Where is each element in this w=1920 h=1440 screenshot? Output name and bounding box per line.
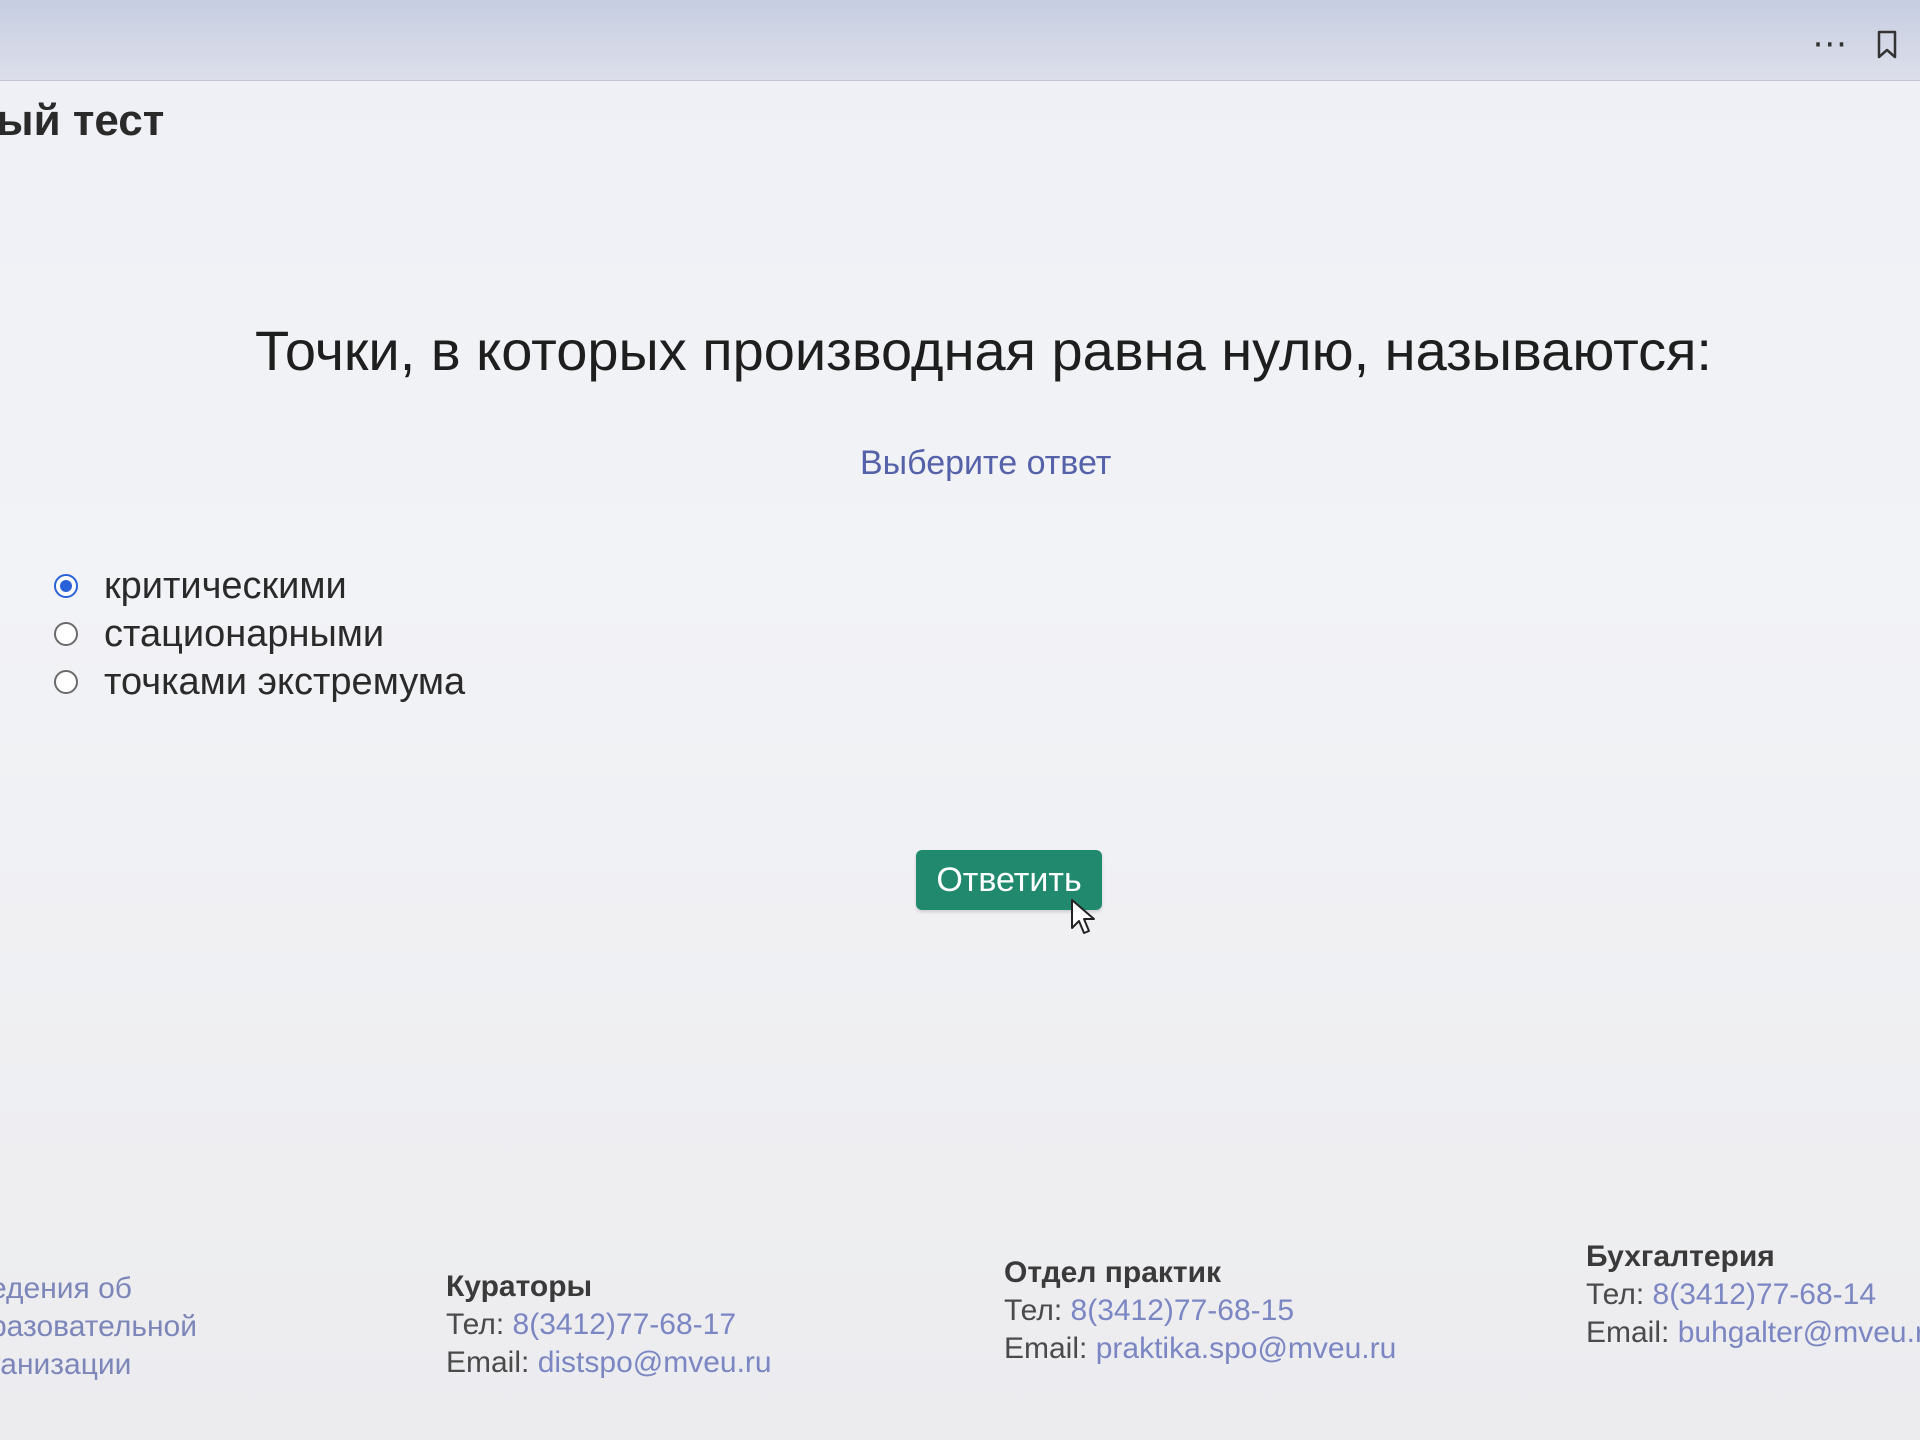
footer-accounting-email: Email: buhgalter@mveu.ru (1586, 1314, 1920, 1352)
browser-toolbar: ··· (0, 0, 1920, 81)
footer-curators-phone: Тел: 8(3412)77-68-17 (446, 1306, 772, 1344)
radio-stationary[interactable] (54, 622, 78, 646)
answer-hint: Выберите ответ (860, 444, 1112, 482)
footer-info-line: ганизации (0, 1348, 132, 1381)
email-label: Email: (446, 1346, 530, 1379)
option-label: критическими (104, 564, 347, 607)
question-text: Точки, в которых производная равна нулю,… (255, 319, 1712, 382)
page: ··· ый тест Точки, в которых производная… (0, 0, 1920, 1440)
option-stationary[interactable]: стационарными (54, 610, 465, 658)
bookmark-icon[interactable] (1876, 30, 1898, 60)
footer-practice-phone: Тел: 8(3412)77-68-15 (1004, 1292, 1396, 1330)
option-label: точками экстремума (104, 660, 466, 703)
email-link[interactable]: distspo@mveu.ru (538, 1346, 772, 1379)
footer-practice-title: Отдел практик (1004, 1256, 1222, 1289)
email-label: Email: (1004, 1332, 1088, 1365)
phone-label: Тел: (1004, 1294, 1063, 1327)
phone-link[interactable]: 8(3412)77-68-15 (1071, 1294, 1295, 1327)
footer: едения об разовательной ганизации Курато… (0, 1230, 1920, 1440)
option-critical[interactable]: критическими (54, 562, 465, 610)
more-dots-icon[interactable]: ··· (1813, 28, 1848, 62)
phone-link[interactable]: 8(3412)77-68-17 (513, 1308, 737, 1341)
footer-accounting-phone: Тел: 8(3412)77-68-14 (1586, 1276, 1920, 1314)
footer-org-info[interactable]: едения об разовательной ганизации (0, 1270, 197, 1384)
email-label: Email: (1586, 1316, 1670, 1349)
mouse-pointer-icon (1071, 899, 1095, 934)
page-title: ый тест (0, 96, 165, 145)
footer-curators: Кураторы Тел: 8(3412)77-68-17 Email: dis… (446, 1268, 772, 1382)
phone-label: Тел: (446, 1308, 505, 1341)
footer-info-line: разовательной (0, 1310, 197, 1343)
footer-practice: Отдел практик Тел: 8(3412)77-68-15 Email… (1004, 1254, 1396, 1368)
phone-label: Тел: (1586, 1278, 1645, 1311)
footer-curators-title: Кураторы (446, 1270, 593, 1303)
email-link[interactable]: praktika.spo@mveu.ru (1096, 1332, 1397, 1365)
footer-accounting: Бухгалтерия Тел: 8(3412)77-68-14 Email: … (1586, 1238, 1920, 1352)
phone-link[interactable]: 8(3412)77-68-14 (1653, 1278, 1877, 1311)
option-label: стационарными (104, 612, 385, 655)
email-link[interactable]: buhgalter@mveu.ru (1678, 1316, 1920, 1349)
radio-critical[interactable] (54, 574, 78, 598)
footer-practice-email: Email: praktika.spo@mveu.ru (1004, 1330, 1396, 1368)
radio-extremum[interactable] (54, 670, 78, 694)
footer-accounting-title: Бухгалтерия (1586, 1240, 1775, 1273)
option-extremum[interactable]: точками экстремума (54, 658, 465, 706)
answer-options: критическими стационарными точками экстр… (54, 562, 465, 706)
footer-info-line: едения об (0, 1272, 132, 1305)
footer-curators-email: Email: distspo@mveu.ru (446, 1344, 772, 1382)
toolbar-actions: ··· (1813, 28, 1898, 62)
